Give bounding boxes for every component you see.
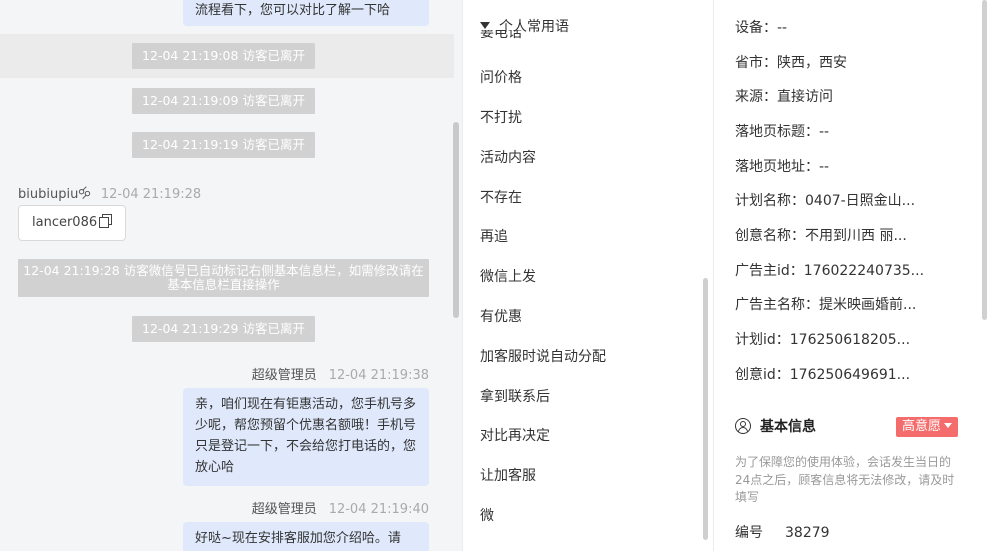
- phrase-item[interactable]: 微: [480, 505, 494, 525]
- app-root: 流程看下，您可以对比了解一下哈 12-04 21:19:08 访客已离开 12-…: [0, 0, 991, 551]
- caret-down-icon: [944, 423, 953, 428]
- triangle-down-icon: [480, 22, 490, 29]
- info-advertiser-name: 广告主名称：提米映画婚前...: [735, 297, 917, 313]
- chat-scrollbar[interactable]: [453, 122, 459, 318]
- copy-icon[interactable]: [99, 214, 113, 228]
- visitor-message-bubble: lancer086: [18, 205, 127, 241]
- system-message: 12-04 21:19:08 访客已离开: [132, 43, 315, 69]
- info-landing-title: 落地页标题：--: [735, 124, 830, 140]
- phrase-item[interactable]: 让加客服: [480, 465, 536, 485]
- phrases-group-title: 个人常用语: [499, 19, 569, 35]
- agent-sender: 超级管理员 12-04 21:19:38: [252, 364, 429, 383]
- phrase-item[interactable]: 活动内容: [480, 147, 536, 167]
- chat-panel: 流程看下，您可以对比了解一下哈 12-04 21:19:08 访客已离开 12-…: [0, 0, 462, 551]
- agent-message-bubble: 好哒~现在安排客服加您介绍哈。请: [183, 522, 429, 551]
- visitor-sender: biubiupiu🝰 12-04 21:19:28: [18, 180, 201, 206]
- phrase-item[interactable]: 问价格: [480, 67, 522, 87]
- info-plan-id: 计划id：176250618205...: [735, 332, 911, 348]
- intent-level-dropdown[interactable]: 高意愿: [896, 417, 959, 437]
- agent-message-bubble: 流程看下，您可以对比了解一下哈: [183, 0, 429, 26]
- system-message: 12-04 21:19:09 访客已离开: [132, 88, 315, 114]
- phrase-item[interactable]: 加客服时说自动分配: [480, 346, 606, 366]
- agent-message-text: 好哒~现在安排客服加您介绍哈。请: [195, 531, 401, 546]
- info-id-row: 编号 38279: [735, 522, 830, 542]
- info-advertiser-id: 广告主id：176022240735...: [735, 263, 925, 279]
- phrase-item[interactable]: 对比再决定: [480, 425, 550, 445]
- info-province-city: 省市：陕西，西安: [735, 55, 847, 71]
- info-id-label: 编号: [735, 525, 763, 541]
- info-scrollbar[interactable]: [982, 0, 987, 320]
- phrase-item[interactable]: 微信上发: [480, 266, 536, 286]
- agent-timestamp: 12-04 21:19:40: [328, 502, 429, 517]
- system-wechat-note: 12-04 21:19:28 访客微信号已自动标记右侧基本信息栏，如需修改请在基…: [18, 259, 429, 297]
- info-device: 设备：--: [735, 20, 788, 36]
- visitor-name: biubiupiu🝰: [18, 187, 91, 202]
- visitor-timestamp: 12-04 21:19:28: [100, 187, 202, 202]
- phrases-scrollbar[interactable]: [703, 278, 708, 540]
- system-message: 12-04 21:19:29 访客已离开: [132, 316, 315, 342]
- user-circle-icon: [735, 418, 751, 434]
- agent-sender: 超级管理员 12-04 21:19:40: [252, 498, 429, 517]
- phrases-group-header[interactable]: 个人常用语: [480, 16, 569, 36]
- phrase-item[interactable]: 再追: [480, 226, 508, 246]
- visitor-message-text: lancer086: [32, 215, 98, 230]
- info-id-value: 38279: [785, 525, 830, 541]
- info-creative-name: 创意名称：不用到川西 丽...: [735, 228, 907, 244]
- agent-name: 超级管理员: [251, 368, 317, 383]
- agent-message-text: 亲，咱们现在有钜惠活动，您手机号多少呢，帮您预留个优惠名额哦！手机号只是登记一下…: [195, 397, 417, 475]
- intent-level-label: 高意愿: [902, 419, 942, 434]
- phrases-panel: 要电话 个人常用语 问价格 不打扰 活动内容 不存在 再追 微信上发 有优惠 加…: [463, 0, 712, 551]
- agent-name: 超级管理员: [251, 502, 317, 517]
- agent-message-text: 流程看下，您可以对比了解一下哈: [195, 3, 391, 18]
- system-message: 12-04 21:19:19 访客已离开: [132, 132, 315, 158]
- visitor-info-panel: 设备：-- 省市：陕西，西安 来源：直接访问 落地页标题：-- 落地页地址：--…: [714, 0, 991, 551]
- phrase-item[interactable]: 不打扰: [480, 107, 522, 127]
- phrase-item[interactable]: 拿到联系后: [480, 386, 550, 406]
- info-plan-name: 计划名称：0407-日照金山...: [735, 193, 916, 209]
- edit-notice: 为了保障您的使用体验，会话发生当日的24点之后，顾客信息将无法修改，请及时填写: [735, 455, 955, 504]
- info-source: 来源：直接访问: [735, 89, 833, 105]
- basic-info-header: 基本信息: [735, 416, 816, 436]
- phrase-item[interactable]: 不存在: [480, 187, 522, 207]
- info-landing-url: 落地页地址：--: [735, 159, 830, 175]
- phrase-item[interactable]: 有优惠: [480, 306, 522, 326]
- agent-timestamp: 12-04 21:19:38: [328, 368, 429, 383]
- basic-info-title: 基本信息: [760, 419, 816, 435]
- agent-message-bubble: 亲，咱们现在有钜惠活动，您手机号多少呢，帮您预留个优惠名额哦！手机号只是登记一下…: [183, 388, 429, 486]
- info-creative-id: 创意id：176250649691...: [735, 367, 911, 383]
